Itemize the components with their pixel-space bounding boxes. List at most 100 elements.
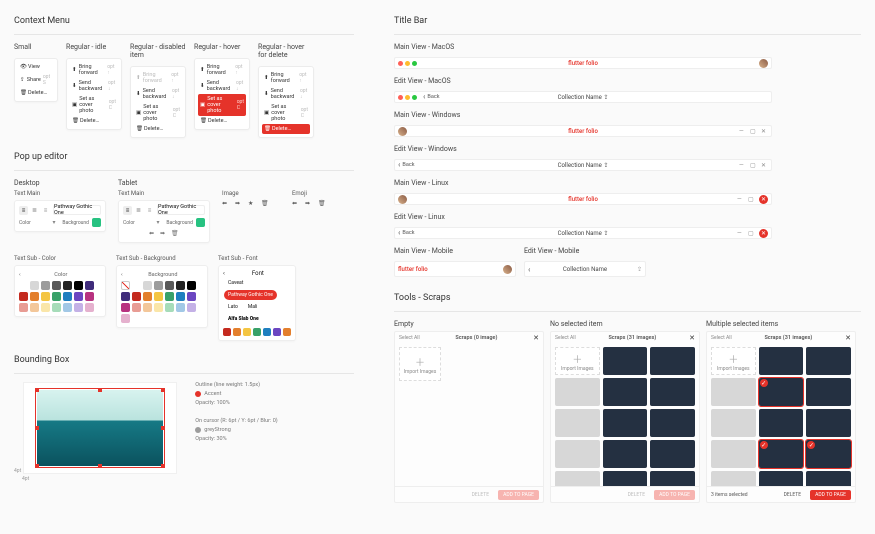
color-swatch[interactable]: [273, 328, 281, 336]
color-swatch[interactable]: [187, 292, 196, 301]
color-swatch[interactable]: [143, 303, 152, 312]
ctx-delete[interactable]: 🗑Delete…: [18, 88, 54, 98]
ctx-share[interactable]: ⇪Shareopt S: [18, 72, 54, 88]
ctx-send-backward[interactable]: ⬇Send backwardopt ↓: [262, 86, 310, 102]
ctx-set-cover[interactable]: ▣Set as cover photoopt C: [134, 102, 182, 124]
resize-handle[interactable]: [35, 426, 39, 430]
color-swatch[interactable]: [63, 303, 72, 312]
resize-handle[interactable]: [161, 464, 165, 468]
scrap-thumbnail[interactable]: [806, 378, 851, 406]
minimize-icon[interactable]: —: [739, 128, 746, 135]
color-swatch[interactable]: [19, 292, 28, 301]
traffic-lights[interactable]: [398, 61, 417, 66]
scrap-thumbnail[interactable]: [650, 471, 695, 486]
ctx-delete[interactable]: 🗑Delete…: [198, 116, 246, 126]
color-swatch[interactable]: [74, 292, 83, 301]
font-option-abo[interactable]: Alfa Slab One: [224, 314, 263, 324]
import-images-tile[interactable]: ＋ Import Images: [399, 347, 441, 381]
color-swatch[interactable]: [165, 281, 174, 290]
maximize-icon[interactable]: ▢: [750, 162, 757, 169]
color-swatch[interactable]: [132, 292, 141, 301]
scraps-panel-no-selection[interactable]: Select All Scraps (31 images) ✕ ＋Import …: [550, 331, 700, 503]
titlebar-edit-macos[interactable]: Back Collection Name ⇪: [394, 91, 772, 103]
scrap-thumbnail[interactable]: [806, 347, 851, 375]
font-select[interactable]: Pathway Gothic One: [157, 205, 205, 215]
font-option-pgo[interactable]: Pathway Gothic One: [224, 290, 277, 300]
color-swatch[interactable]: [165, 292, 174, 301]
titlebar-edit-mobile[interactable]: ‹ Collection Name ⇪: [524, 261, 646, 277]
ctx-bring-forward[interactable]: ⬆Bring forwardopt ↑: [70, 62, 118, 78]
maximize-icon[interactable]: [412, 95, 417, 100]
close-icon[interactable]: ✕: [759, 229, 768, 238]
ctx-send-backward[interactable]: ⬇Send backwardopt ↓: [70, 78, 118, 94]
back-button[interactable]: Back: [398, 162, 415, 168]
maximize-icon[interactable]: [412, 61, 417, 66]
scrap-thumbnail[interactable]: [603, 347, 648, 375]
scraps-panel-empty[interactable]: Select All Scraps (0 image) ✕ ＋ Import I…: [394, 331, 544, 503]
scrap-thumbnail[interactable]: [650, 440, 695, 468]
scrap-thumbnail[interactable]: [711, 409, 756, 437]
color-swatch[interactable]: [41, 281, 50, 290]
image-editor-toolbar[interactable]: ⬅ ➡ ★ 🗑: [222, 200, 280, 209]
scrap-thumbnail[interactable]: [650, 409, 695, 437]
color-swatch[interactable]: [74, 281, 83, 290]
color-swatch[interactable]: [243, 328, 251, 336]
color-swatch[interactable]: [52, 281, 61, 290]
color-swatch[interactable]: [30, 292, 39, 301]
ctx-bring-forward[interactable]: ⬆Bring forwardopt ↑: [198, 62, 246, 78]
share-icon[interactable]: ⇪: [603, 94, 608, 101]
ctx-view[interactable]: 👁View: [18, 62, 54, 72]
scrap-thumbnail[interactable]: [555, 440, 600, 468]
trash-icon[interactable]: 🗑: [171, 230, 179, 238]
color-swatch[interactable]: [85, 281, 94, 290]
scrap-thumbnail[interactable]: [806, 471, 851, 486]
color-swatch[interactable]: [30, 281, 39, 290]
select-all[interactable]: Select All: [399, 335, 420, 341]
color-swatch[interactable]: [132, 281, 141, 290]
bg-swatch-panel[interactable]: ‹Background: [116, 265, 208, 328]
avatar[interactable]: [759, 59, 768, 68]
maximize-icon[interactable]: ▢: [750, 128, 757, 135]
scrap-thumbnail[interactable]: [555, 378, 600, 406]
ctx-delete[interactable]: 🗑Delete…: [134, 124, 182, 134]
avatar[interactable]: [503, 265, 512, 274]
color-swatch-panel[interactable]: ‹Color: [14, 265, 106, 317]
align-left-icon[interactable]: ≡: [123, 206, 132, 215]
scrap-thumbnail[interactable]: [759, 347, 804, 375]
arrow-left-icon[interactable]: ⬅: [222, 200, 231, 209]
trash-icon[interactable]: 🗑: [261, 200, 270, 209]
swatch-none[interactable]: [121, 281, 130, 290]
scrap-thumbnail[interactable]: [603, 471, 648, 486]
arrow-right-icon[interactable]: ➡: [305, 200, 314, 209]
color-swatch[interactable]: [154, 292, 163, 301]
back-button[interactable]: Back: [398, 230, 415, 236]
scrap-thumbnail[interactable]: [759, 440, 804, 468]
color-swatch[interactable]: [121, 303, 130, 312]
ctx-menu-small[interactable]: 👁View ⇪Shareopt S 🗑Delete…: [14, 58, 58, 102]
arrow-left-icon[interactable]: ⬅: [149, 230, 157, 238]
color-swatch[interactable]: [85, 292, 94, 301]
color-swatch[interactable]: [176, 281, 185, 290]
scrap-thumbnail[interactable]: [555, 409, 600, 437]
bg-swatch[interactable]: [92, 218, 101, 227]
color-swatch[interactable]: [253, 328, 261, 336]
align-right-icon[interactable]: ≡: [41, 206, 50, 215]
arrow-right-icon[interactable]: ➡: [160, 230, 168, 238]
resize-handle[interactable]: [98, 464, 102, 468]
ctx-set-cover[interactable]: ▣Set as cover photoopt C: [262, 102, 310, 124]
scrap-thumbnail[interactable]: [711, 378, 756, 406]
scrap-thumbnail[interactable]: [806, 409, 851, 437]
color-swatch[interactable]: [19, 281, 28, 290]
minimize-icon[interactable]: [405, 95, 410, 100]
align-group[interactable]: ≡ ≣ ≡: [123, 206, 154, 215]
scrap-thumbnail[interactable]: [759, 471, 804, 486]
color-swatch[interactable]: [283, 328, 291, 336]
bg-swatch[interactable]: [196, 218, 205, 227]
color-swatch[interactable]: [41, 292, 50, 301]
text-main-desktop-editor[interactable]: ≡ ≣ ≡ Pathway Gothic One Color▾ Backgrou…: [14, 200, 106, 232]
traffic-lights[interactable]: [398, 95, 417, 100]
avatar[interactable]: [398, 127, 407, 136]
select-all[interactable]: Select All: [711, 335, 732, 341]
select-all[interactable]: Select All: [555, 335, 576, 341]
color-swatch[interactable]: [143, 292, 152, 301]
